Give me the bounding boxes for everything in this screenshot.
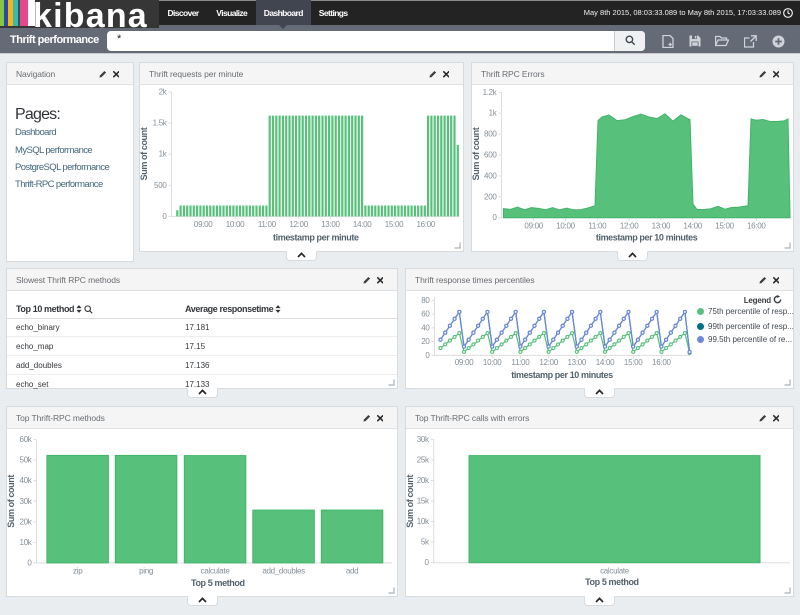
svg-text:10k: 10k (20, 538, 33, 547)
svg-text:Sum of count: Sum of count (140, 127, 149, 180)
svg-text:timestamp per minute: timestamp per minute (273, 233, 359, 243)
svg-text:Sum of count: Sum of count (406, 475, 415, 528)
svg-text:1k: 1k (489, 109, 498, 118)
svg-text:10:00: 10:00 (483, 358, 502, 367)
svg-text:60k: 60k (20, 435, 33, 444)
svg-text:30k: 30k (20, 497, 33, 506)
svg-text:30k: 30k (417, 435, 430, 444)
svg-text:10:00: 10:00 (556, 222, 575, 231)
svg-text:Sum of count: Sum of count (7, 475, 16, 528)
svg-text:14:00: 14:00 (353, 220, 372, 229)
svg-text:15:00: 15:00 (385, 220, 404, 229)
svg-text:calculate: calculate (201, 567, 231, 576)
svg-text:13:00: 13:00 (568, 358, 587, 367)
svg-text:500: 500 (154, 181, 167, 190)
svg-text:60: 60 (421, 310, 430, 319)
svg-text:14:00: 14:00 (683, 222, 702, 231)
svg-text:11:00: 11:00 (588, 222, 607, 231)
svg-text:12:00: 12:00 (620, 222, 639, 231)
svg-text:1.5k: 1.5k (153, 119, 168, 128)
svg-text:0: 0 (162, 212, 167, 221)
svg-text:80: 80 (421, 296, 430, 305)
svg-text:Top 5 method: Top 5 method (585, 577, 639, 587)
svg-text:800: 800 (484, 130, 497, 139)
svg-text:20k: 20k (20, 517, 33, 526)
svg-text:200: 200 (484, 192, 497, 201)
svg-text:400: 400 (484, 171, 497, 180)
svg-text:zip: zip (73, 567, 83, 576)
svg-text:13:00: 13:00 (321, 220, 340, 229)
svg-text:20k: 20k (417, 476, 430, 485)
svg-text:0: 0 (425, 558, 430, 567)
svg-text:Sum of count: Sum of count (472, 127, 481, 180)
svg-text:11:00: 11:00 (258, 220, 277, 229)
svg-text:Top 5 method: Top 5 method (191, 578, 245, 588)
svg-text:11:00: 11:00 (511, 358, 530, 367)
svg-text:20: 20 (421, 337, 430, 346)
svg-text:16:00: 16:00 (652, 358, 671, 367)
svg-text:1k: 1k (159, 150, 168, 159)
svg-text:ping: ping (139, 567, 153, 576)
svg-text:12:00: 12:00 (289, 220, 308, 229)
svg-text:2k: 2k (159, 88, 168, 97)
svg-text:add: add (346, 567, 358, 576)
svg-text:600: 600 (484, 151, 497, 160)
svg-text:10:00: 10:00 (226, 220, 245, 229)
svg-text:40: 40 (421, 323, 430, 332)
svg-text:16:00: 16:00 (747, 222, 766, 231)
svg-text:15k: 15k (417, 497, 430, 506)
svg-text:15:00: 15:00 (715, 222, 734, 231)
svg-text:0: 0 (492, 213, 497, 222)
svg-text:25k: 25k (417, 456, 430, 465)
svg-text:timestamp per 10 minutes: timestamp per 10 minutes (511, 370, 613, 380)
svg-text:15:00: 15:00 (624, 358, 643, 367)
svg-text:add_doubles: add_doubles (262, 567, 305, 576)
svg-text:12:00: 12:00 (539, 358, 558, 367)
svg-text:09:00: 09:00 (524, 222, 543, 231)
svg-text:16:00: 16:00 (417, 220, 436, 229)
svg-text:0: 0 (425, 351, 430, 360)
svg-text:calculate: calculate (600, 567, 630, 576)
svg-text:50k: 50k (20, 456, 33, 465)
svg-text:10k: 10k (417, 517, 430, 526)
svg-text:09:00: 09:00 (455, 358, 474, 367)
svg-text:09:00: 09:00 (194, 220, 213, 229)
svg-text:40k: 40k (20, 476, 33, 485)
svg-text:5k: 5k (421, 538, 430, 547)
svg-text:0: 0 (27, 558, 32, 567)
svg-text:timestamp per 10 minutes: timestamp per 10 minutes (596, 233, 698, 243)
svg-text:13:00: 13:00 (652, 222, 671, 231)
svg-text:14:00: 14:00 (596, 358, 615, 367)
svg-text:1.2k: 1.2k (483, 88, 498, 97)
